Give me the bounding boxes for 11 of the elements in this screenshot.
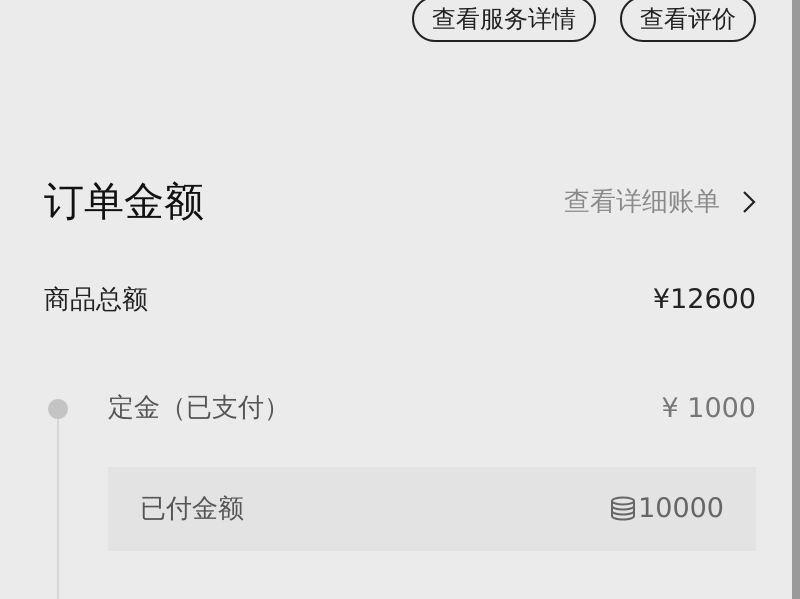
action-button[interactable]: 查看评价	[620, 0, 756, 42]
deposit-value: ¥ 1000	[662, 392, 756, 426]
action-button[interactable]: 查看服务详情	[412, 0, 596, 42]
total-label: 商品总额	[44, 284, 148, 317]
chevron-right-icon	[742, 190, 756, 214]
deposit-label: 定金（已支付）	[108, 392, 290, 426]
paid-value: 10000	[638, 492, 724, 526]
paid-label: 已付金额	[140, 492, 244, 526]
section-title: 订单金额	[44, 178, 204, 227]
total-value: ¥12600	[652, 283, 756, 317]
coins-icon	[610, 496, 636, 522]
